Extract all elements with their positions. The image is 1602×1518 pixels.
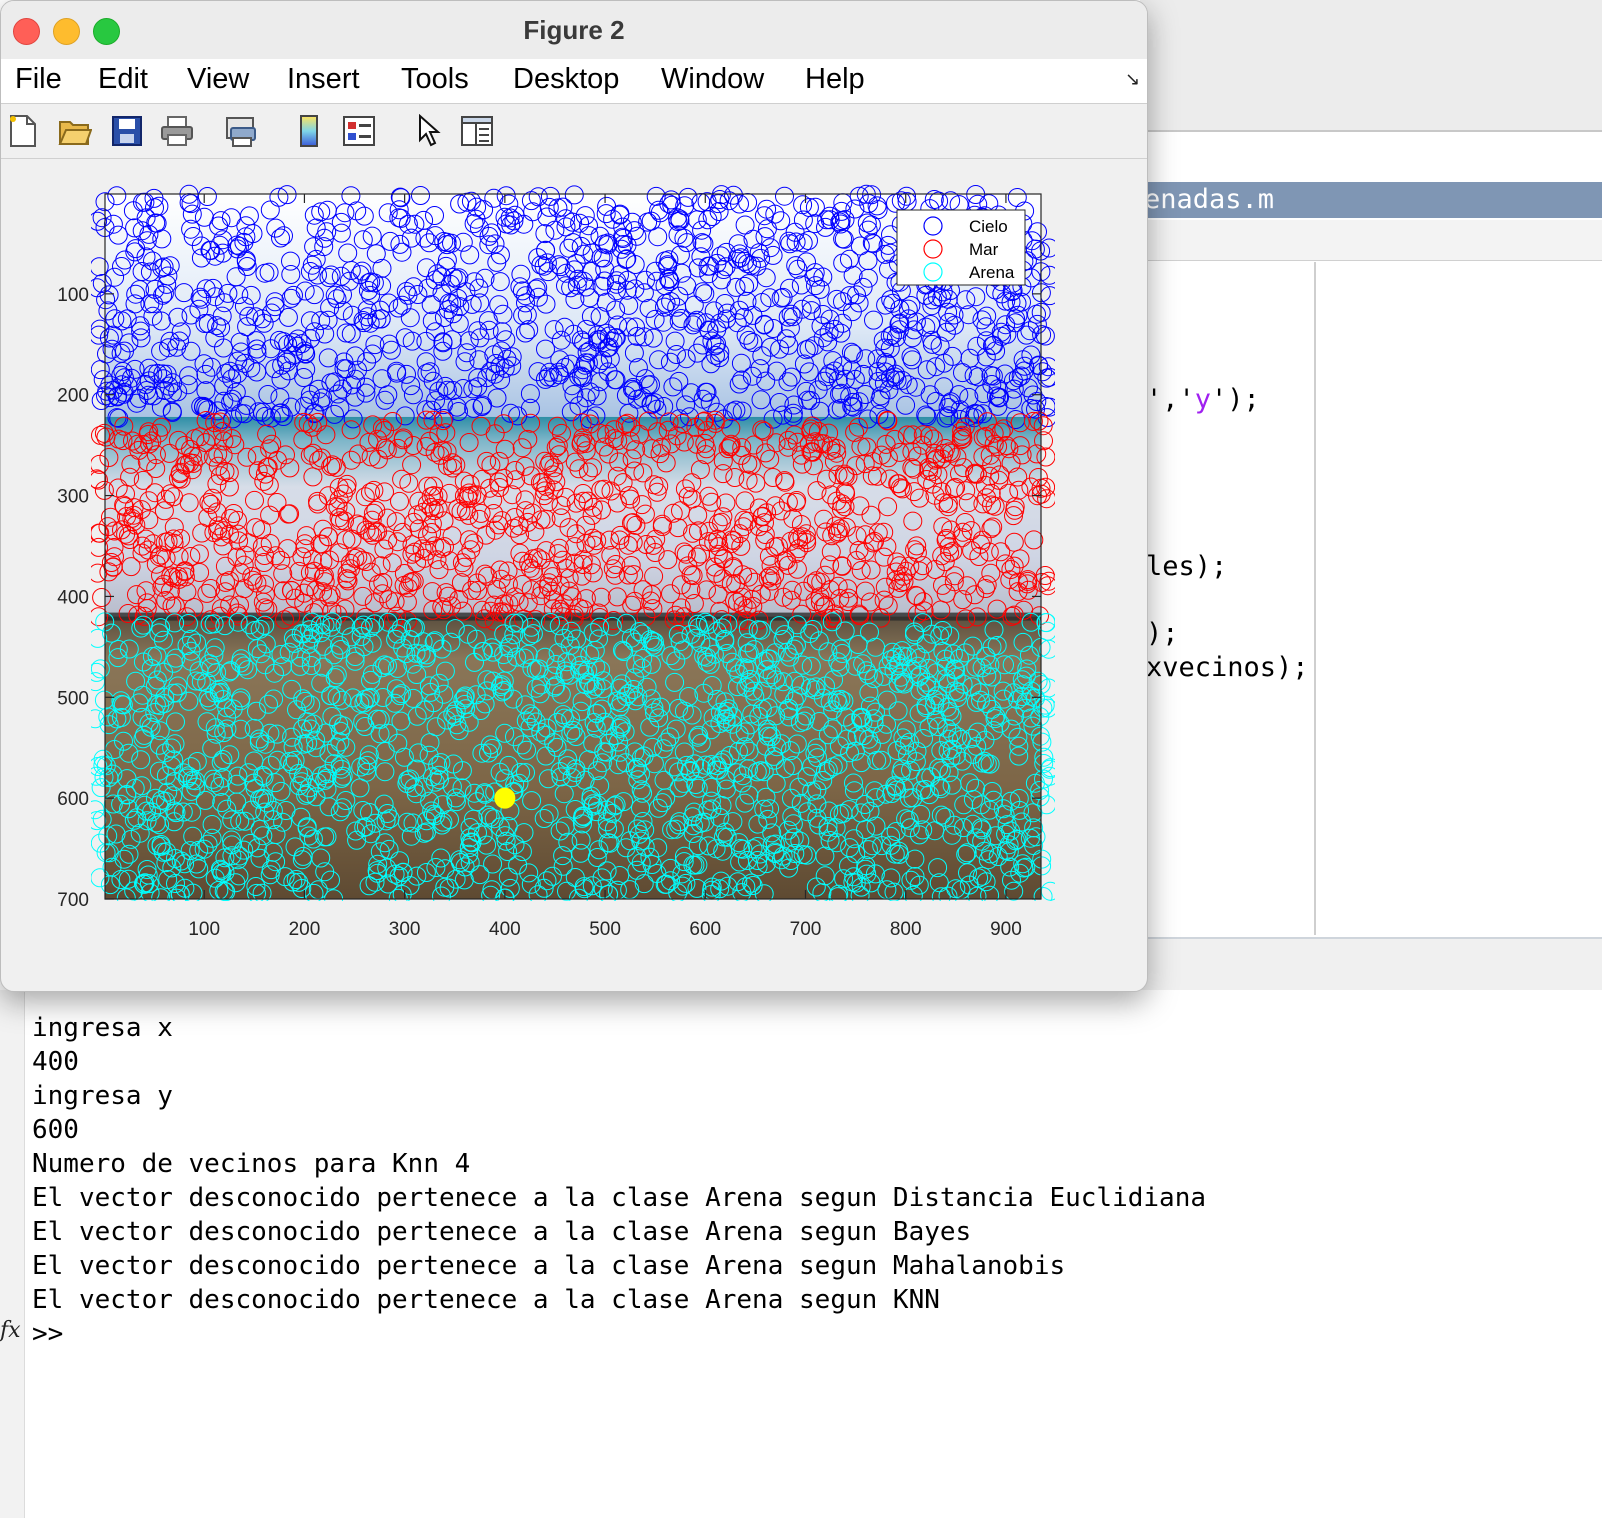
- x-tick-label: 400: [489, 919, 521, 940]
- x-tick-label: 600: [689, 919, 721, 940]
- new-figure-icon[interactable]: [5, 113, 41, 149]
- select-pointer-icon[interactable]: [411, 113, 447, 149]
- menu-window[interactable]: Window: [661, 63, 764, 96]
- save-icon[interactable]: [109, 113, 145, 149]
- y-tick-label: 300: [57, 487, 89, 508]
- menu-edit[interactable]: Edit: [98, 63, 148, 96]
- legend-label: Mar: [969, 240, 999, 259]
- legend-label: Cielo: [969, 217, 1008, 236]
- scatter-point: [91, 211, 108, 231]
- command-output-line: El vector desconocido pertenece a la cla…: [32, 1285, 940, 1315]
- function-browser-icon[interactable]: fx: [0, 1318, 21, 1343]
- menu-tools[interactable]: Tools: [401, 63, 469, 96]
- command-output-line: ingresa x: [32, 1013, 173, 1043]
- print-preview-icon[interactable]: [223, 113, 259, 149]
- command-output-line: 600: [32, 1115, 79, 1145]
- scatter-plot[interactable]: 100 200 300 400 500 600 700 800 900 100 200 300 400 5…: [1, 161, 1147, 961]
- y-tick-label: 700: [57, 890, 89, 911]
- editor-file-tab-label: enadas.m: [1144, 184, 1275, 215]
- command-output-line: ingresa y: [32, 1081, 173, 1111]
- x-tick-label: 500: [589, 919, 621, 940]
- dock-figure-icon[interactable]: ↘: [1125, 69, 1140, 90]
- editor-code-area[interactable]: [1140, 262, 1314, 935]
- plot-legend[interactable]: Cielo Mar Arena: [896, 209, 1026, 286]
- open-file-icon[interactable]: [57, 113, 93, 149]
- scatter-point: [91, 709, 105, 729]
- legend-label: Arena: [969, 263, 1015, 282]
- code-line: xvecinos);: [1146, 652, 1309, 683]
- command-prompt[interactable]: >>: [32, 1317, 63, 1351]
- print-icon[interactable]: [159, 113, 195, 149]
- command-output-line: 400: [32, 1047, 79, 1077]
- property-inspector-icon[interactable]: [459, 113, 495, 149]
- x-tick-label: 900: [990, 919, 1022, 940]
- menu-help[interactable]: Help: [805, 63, 865, 96]
- x-tick-label: 800: [890, 919, 922, 940]
- command-output-line: El vector desconocido pertenece a la cla…: [32, 1217, 972, 1247]
- x-tick-label: 200: [289, 919, 321, 940]
- scatter-point: [1039, 678, 1055, 698]
- y-tick-label: 500: [57, 688, 89, 709]
- y-tick-label: 100: [57, 285, 89, 306]
- query-point: [494, 787, 516, 809]
- legend-icon[interactable]: [341, 113, 377, 149]
- colorbar-icon[interactable]: [291, 113, 327, 149]
- menu-view[interactable]: View: [187, 63, 249, 96]
- command-window-gutter: [0, 990, 25, 1518]
- matlab-desktop-toolstrip: [1140, 0, 1602, 132]
- x-tick-label: 100: [188, 919, 220, 940]
- x-tick-label: 700: [790, 919, 822, 940]
- menu-bar: File Edit View Insert Tools Desktop Wind…: [1, 59, 1147, 104]
- y-tick-label: 400: [57, 587, 89, 608]
- y-tick-label: 200: [57, 386, 89, 407]
- editor-file-tab[interactable]: enadas.m: [1140, 182, 1602, 218]
- code-line: );: [1146, 618, 1179, 649]
- window-titlebar[interactable]: Figure 2: [1, 1, 1147, 60]
- editor-right-margin: [1314, 262, 1602, 935]
- command-output-line: Numero de vecinos para Knn 4: [32, 1149, 471, 1179]
- code-line: ','y');: [1146, 384, 1260, 415]
- y-tick-label: 600: [57, 789, 89, 810]
- menu-file[interactable]: File: [15, 63, 62, 96]
- command-output-line: El vector desconocido pertenece a la cla…: [32, 1183, 1206, 1213]
- editor-strip: [1140, 220, 1602, 261]
- menu-desktop[interactable]: Desktop: [513, 63, 619, 96]
- command-output-line: El vector desconocido pertenece a la cla…: [32, 1251, 1066, 1281]
- figure-window: Figure 2 File Edit View Insert Tools Des…: [0, 0, 1148, 992]
- x-tick-label: 300: [389, 919, 421, 940]
- window-title: Figure 2: [523, 15, 625, 45]
- code-line: les);: [1146, 551, 1228, 582]
- menu-insert[interactable]: Insert: [287, 63, 360, 96]
- figure-toolbar: [1, 104, 1147, 159]
